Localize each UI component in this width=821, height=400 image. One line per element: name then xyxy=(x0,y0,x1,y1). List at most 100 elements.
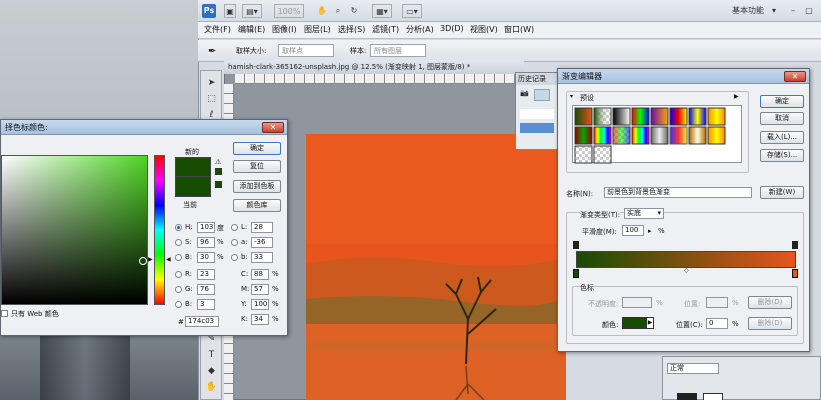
web-swatch[interactable] xyxy=(215,181,222,188)
hue-arrow-right-icon[interactable]: ◀ xyxy=(166,256,171,263)
lab-b-radio[interactable] xyxy=(231,254,238,261)
smoothness-arrow-icon[interactable]: ▸ xyxy=(648,227,652,235)
history-snapshot[interactable] xyxy=(534,89,550,101)
sample-size-select[interactable]: 取样点 xyxy=(278,44,334,57)
current-color-swatch[interactable] xyxy=(175,177,211,197)
sample-select[interactable]: 所有图层 xyxy=(370,44,426,57)
zoom-level[interactable]: 100% xyxy=(274,4,304,18)
menu-view[interactable]: 视图(V) xyxy=(470,24,498,35)
hue-input[interactable]: 103 xyxy=(197,222,215,233)
opacity-stop-right[interactable] xyxy=(792,241,798,249)
menu-3d[interactable]: 3D(D) xyxy=(440,24,464,33)
menu-image[interactable]: 图像(I) xyxy=(272,24,297,35)
chevron-down-icon[interactable]: ▾ xyxy=(770,4,778,18)
lab-l-radio[interactable] xyxy=(231,224,238,231)
marquee-tool-icon[interactable]: ⬚ xyxy=(205,93,218,105)
hex-input[interactable]: 174c03 xyxy=(185,316,219,327)
menu-analysis[interactable]: 分析(A) xyxy=(406,24,434,35)
gamut-warning-icon[interactable]: ⚠ xyxy=(215,158,221,166)
gradient-type-select[interactable]: 实底 ▾ xyxy=(624,208,664,219)
menu-file[interactable]: 文件(F) xyxy=(204,24,231,35)
stop-color-arrow-icon[interactable]: ▶ xyxy=(646,317,654,329)
hue-slider[interactable] xyxy=(154,155,165,305)
menu-filter[interactable]: 滤镜(T) xyxy=(372,24,399,35)
color-stop-left[interactable] xyxy=(573,269,579,278)
camera-icon[interactable]: 📷 xyxy=(520,89,529,97)
layer-mask-thumbnail[interactable] xyxy=(703,393,723,400)
green-radio[interactable] xyxy=(175,286,182,293)
document-title[interactable]: hamish-clark-365162-unsplash.jpg @ 12.5%… xyxy=(224,60,524,74)
history-tab[interactable]: 历史记录 xyxy=(516,73,558,85)
color-cursor[interactable] xyxy=(139,257,147,265)
delete-opacity-stop-button[interactable]: 删除(D) xyxy=(748,296,792,309)
midpoint-diamond-icon[interactable]: ◇ xyxy=(684,267,689,274)
chevron-down-icon[interactable]: ▾ xyxy=(570,93,573,100)
layer-thumbnail[interactable] xyxy=(677,393,697,400)
hand-tool-icon[interactable]: ✋ xyxy=(205,381,218,393)
reset-button[interactable]: 复位 xyxy=(233,160,281,173)
bridge-icon[interactable]: ▣ xyxy=(224,4,236,18)
zoom-icon[interactable]: ⌕ xyxy=(332,4,344,18)
saturation-input[interactable]: 96 xyxy=(197,237,215,248)
hue-arrow-left-icon[interactable]: ▶ xyxy=(148,256,153,263)
shape-tool-icon[interactable]: ◆ xyxy=(205,365,218,377)
canvas-image[interactable] xyxy=(306,134,566,400)
lab-a-radio[interactable] xyxy=(231,239,238,246)
history-item[interactable] xyxy=(520,109,554,119)
lab-b-input[interactable]: 33 xyxy=(251,252,273,263)
load-button[interactable]: 载入(L)... xyxy=(760,131,804,144)
menu-layer[interactable]: 图层(L) xyxy=(304,24,331,35)
opacity-stop-left[interactable] xyxy=(573,241,579,249)
rotate-icon[interactable]: ↻ xyxy=(348,4,360,18)
blue-radio[interactable] xyxy=(175,301,182,308)
yellow-input[interactable]: 100 xyxy=(251,299,269,310)
hand-icon[interactable]: ✋ xyxy=(316,4,328,18)
color-stop-right[interactable] xyxy=(792,269,798,278)
eyedropper-icon[interactable]: ✒ xyxy=(208,46,216,57)
move-tool-icon[interactable]: ➤ xyxy=(205,77,218,89)
new-gradient-button[interactable]: 新建(W) xyxy=(760,186,804,199)
gamut-swatch[interactable] xyxy=(215,168,222,175)
magenta-input[interactable]: 57 xyxy=(251,284,269,295)
gradient-presets[interactable] xyxy=(573,106,743,164)
type-tool-icon[interactable]: T xyxy=(205,349,218,361)
lab-a-input[interactable]: -36 xyxy=(251,237,273,248)
arrange-docs-icon[interactable]: ▦▾ xyxy=(372,4,392,18)
minibridge-icon[interactable]: ▤▾ xyxy=(242,4,262,18)
add-to-swatches-button[interactable]: 添加到色板 xyxy=(233,180,281,193)
green-input[interactable]: 76 xyxy=(197,284,215,295)
menu-edit[interactable]: 编辑(E) xyxy=(238,24,265,35)
ok-button[interactable]: 确定 xyxy=(760,95,804,108)
presets-menu-icon[interactable]: ▶ xyxy=(734,93,739,100)
minimize-icon[interactable]: – xyxy=(788,4,798,18)
stop-color-swatch[interactable] xyxy=(622,317,646,329)
cancel-button[interactable]: 取消 xyxy=(760,112,804,125)
history-item-selected[interactable] xyxy=(520,123,554,133)
gradient-preview-bar[interactable] xyxy=(576,251,796,268)
brightness-input[interactable]: 30 xyxy=(197,252,215,263)
blue-input[interactable]: 3 xyxy=(197,299,215,310)
saturation-brightness-field[interactable] xyxy=(1,155,148,305)
gradient-name-input[interactable]: 前景色到背景色渐变 xyxy=(604,187,752,198)
red-radio[interactable] xyxy=(175,271,182,278)
close-icon[interactable]: ✕ xyxy=(262,122,284,133)
web-only-checkbox[interactable] xyxy=(1,310,8,317)
saturation-radio[interactable] xyxy=(175,239,182,246)
menu-select[interactable]: 选择(S) xyxy=(338,24,365,35)
menu-window[interactable]: 窗口(W) xyxy=(504,24,534,35)
lab-l-input[interactable]: 28 xyxy=(251,222,273,233)
smoothness-input[interactable]: 100 xyxy=(622,225,644,236)
color-libraries-button[interactable]: 颜色库 xyxy=(233,199,281,212)
red-input[interactable]: 23 xyxy=(197,269,215,280)
opacity-position-input[interactable] xyxy=(706,297,728,308)
cyan-input[interactable]: 88 xyxy=(251,269,269,280)
workspace-switcher[interactable]: 基本功能 xyxy=(728,4,768,18)
brightness-radio[interactable] xyxy=(175,254,182,261)
ok-button[interactable]: 确定 xyxy=(233,142,281,155)
close-icon[interactable]: ✕ xyxy=(784,71,806,82)
black-input[interactable]: 34 xyxy=(251,314,269,325)
color-position-input[interactable]: 0 xyxy=(706,318,728,329)
delete-color-stop-button[interactable]: 删除(D) xyxy=(748,317,792,330)
opacity-input[interactable] xyxy=(622,297,652,308)
screen-mode-icon[interactable]: ▭▾ xyxy=(402,4,422,18)
